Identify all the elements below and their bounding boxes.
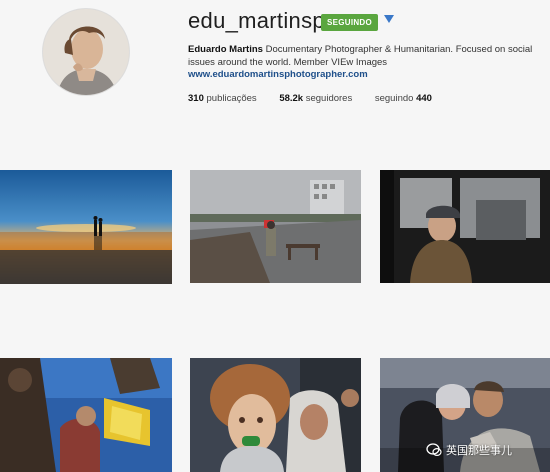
post-thumbnail-man-window[interactable]: [380, 170, 550, 283]
posts-stat[interactable]: 310 publicações: [188, 93, 257, 104]
following-button[interactable]: SEGUINDO: [321, 14, 378, 31]
profile-website-link[interactable]: www.eduardomartinsphotographer.com: [188, 69, 368, 80]
profile-stats: 310 publicações 58.2k seguidores seguind…: [188, 93, 452, 104]
chat-bubble-icon: [426, 443, 442, 457]
profile-bio: Eduardo Martins Documentary Photographer…: [188, 44, 548, 69]
bio-name: Eduardo Martins: [188, 44, 263, 55]
following-stat[interactable]: seguindo 440: [375, 93, 432, 104]
post-thumbnail-water-container[interactable]: [0, 358, 172, 472]
post-thumbnail-street-scene[interactable]: [190, 170, 361, 283]
watermark-text: 英国那些事儿: [446, 445, 512, 457]
watermark: 英国那些事儿: [426, 442, 512, 458]
profile-header: edu_martinsp SEGUINDO Eduardo Martins Do…: [0, 0, 550, 140]
post-thumbnail-child-woman[interactable]: [190, 358, 361, 472]
profile-avatar[interactable]: [42, 8, 130, 96]
followers-stat[interactable]: 58.2k seguidores: [279, 93, 352, 104]
profile-username: edu_martinsp: [188, 8, 325, 33]
post-thumbnail-sunset-beach[interactable]: [0, 170, 172, 284]
dropdown-arrow-icon[interactable]: [384, 15, 394, 23]
